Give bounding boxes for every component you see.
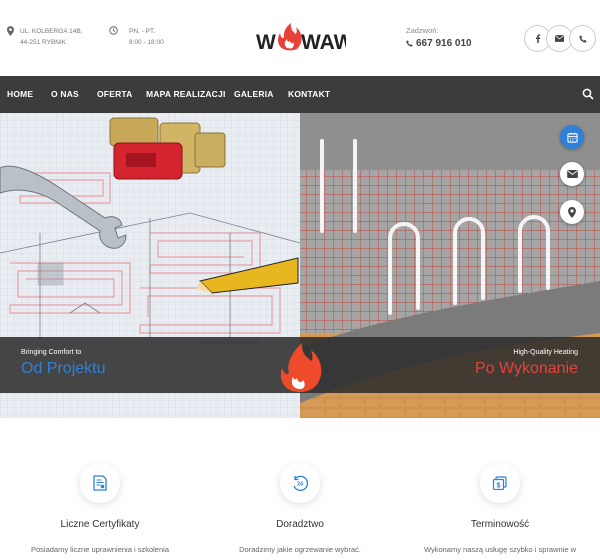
- feature-certificates: Liczne Certyfikaty Posiadamy liczne upra…: [0, 418, 200, 560]
- phone-text: 667 916 010: [416, 38, 472, 49]
- flame-logo-icon: [280, 343, 322, 392]
- location-float-button[interactable]: [560, 200, 584, 224]
- feature-description: Doradzimy jakie ogrzewanie wybrać.: [239, 545, 361, 554]
- support-24-icon: 24: [293, 475, 308, 491]
- wawra-logo[interactable]: W WAWRA: [256, 20, 346, 56]
- address: UL. KOLBERGA 14B, 44-251 RYBNIK: [20, 26, 83, 48]
- nav-item-mapa[interactable]: MAPA REALIZACJI: [146, 76, 226, 113]
- svg-text:24: 24: [297, 482, 304, 488]
- hero-right-subtitle: High-Quality Heating: [513, 349, 578, 356]
- phone-number[interactable]: 667 916 010: [406, 38, 472, 49]
- feature-title: Doradztwo: [276, 519, 324, 530]
- call-label: Zadzwoń:: [406, 26, 439, 35]
- features-section: Liczne Certyfikaty Posiadamy liczne upra…: [0, 418, 600, 560]
- mail-float-button[interactable]: [560, 162, 584, 186]
- nav-item-oferta[interactable]: OFERTA: [97, 76, 133, 113]
- nav-item-home[interactable]: HOME: [7, 76, 33, 113]
- hero-left-subtitle: Bringing Comfort to: [21, 349, 82, 356]
- mail-icon: [566, 170, 578, 178]
- address-line-1: UL. KOLBERGA 14B,: [20, 28, 83, 35]
- certificate-icon: [93, 475, 107, 491]
- hero-slider[interactable]: Bringing Comfort to Od Projektu High-Qua…: [0, 113, 600, 418]
- hours-line-1: PN. - PT.: [129, 28, 156, 35]
- hero-left-title: Od Projektu: [21, 360, 106, 377]
- logo-text: WAWRA: [301, 31, 346, 54]
- address-line-2: 44-251 RYBNIK: [20, 39, 67, 46]
- mail-icon: [555, 35, 564, 42]
- nav-item-o-nas[interactable]: O NAS: [51, 76, 79, 113]
- calendar-float-button[interactable]: [560, 125, 584, 149]
- feature-icon-circle: $: [480, 463, 520, 503]
- money-icon: $: [492, 476, 507, 490]
- search-icon[interactable]: [582, 88, 594, 100]
- main-navigation: HOME O NAS OFERTA MAPA REALIZACJI GALERI…: [0, 76, 600, 113]
- location-pin-icon: [568, 206, 576, 218]
- facebook-icon: [535, 34, 540, 43]
- hours-line-2: 8:00 - 18:00: [129, 39, 164, 46]
- feature-title: Terminowość: [470, 519, 530, 530]
- site-header: UL. KOLBERGA 14B, 44-251 RYBNIK PN. - PT…: [0, 0, 600, 76]
- nav-item-galeria[interactable]: GALERIA: [234, 76, 274, 113]
- feature-title: Liczne Certyfikaty: [60, 519, 140, 530]
- svg-text:W: W: [256, 31, 276, 54]
- nav-item-kontakt[interactable]: KONTAKT: [288, 76, 330, 113]
- feature-description: Wykonamy naszą usługę szybko i sprawnie …: [423, 545, 577, 554]
- feature-icon-circle: [80, 463, 120, 503]
- opening-hours: PN. - PT. 8:00 - 18:00: [129, 26, 164, 48]
- phone-icon: [578, 34, 587, 43]
- location-pin-icon: [7, 26, 14, 36]
- phone-button[interactable]: [569, 25, 596, 52]
- phone-icon: [406, 40, 413, 47]
- clock-icon: [109, 26, 118, 35]
- feature-consulting: 24 Doradztwo Doradzimy jakie ogrzewanie …: [200, 418, 400, 560]
- hero-right-title: Po Wykonanie: [474, 360, 578, 377]
- svg-text:$: $: [497, 483, 501, 490]
- feature-punctuality: $ Terminowość Wykonamy naszą usługę szyb…: [400, 418, 600, 560]
- feature-icon-circle: 24: [280, 463, 320, 503]
- calendar-icon: [566, 132, 578, 143]
- feature-description: Posiadamy liczne uprawnienia i szkolenia: [31, 545, 169, 554]
